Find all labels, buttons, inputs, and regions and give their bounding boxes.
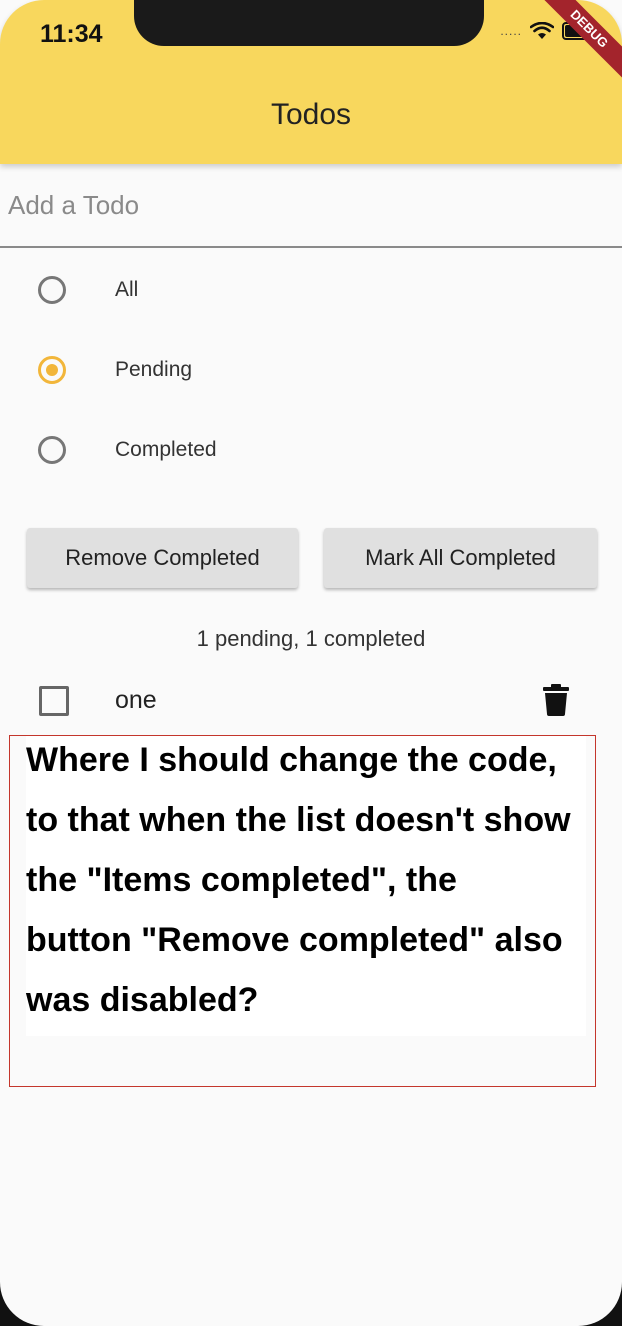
app-bar: 11:34 ..... Todos [0, 0, 622, 164]
filter-completed-label: Completed [115, 438, 217, 461]
radio-all[interactable] [38, 276, 66, 304]
notch [134, 0, 484, 46]
filter-pending-option[interactable]: Pending [0, 330, 622, 410]
todo-text: one [115, 686, 157, 714]
phone-screen: 11:34 ..... Todos DEBUG All Pending Comp… [0, 0, 622, 1326]
remove-completed-button[interactable]: Remove Completed [27, 528, 298, 588]
radio-completed[interactable] [38, 436, 66, 464]
filter-all-label: All [115, 278, 139, 301]
question-overlay: Where I should change the code, to that … [9, 735, 596, 1087]
wifi-icon [530, 22, 554, 39]
todo-summary: 1 pending, 1 completed [196, 626, 426, 651]
question-text: Where I should change the code, to that … [26, 741, 571, 1019]
trash-icon[interactable] [543, 684, 569, 716]
todo-item: one [0, 672, 622, 730]
todo-checkbox[interactable] [39, 686, 69, 716]
cellular-signal-icon: ..... [500, 24, 522, 38]
radio-pending[interactable] [38, 356, 66, 384]
status-time: 11:34 [40, 20, 103, 48]
filter-all-option[interactable]: All [0, 250, 622, 330]
filter-completed-option[interactable]: Completed [0, 410, 622, 490]
add-todo-input[interactable] [0, 164, 622, 248]
page-title: Todos [270, 98, 352, 131]
filter-pending-label: Pending [115, 358, 193, 381]
mark-all-completed-button[interactable]: Mark All Completed [324, 528, 597, 588]
